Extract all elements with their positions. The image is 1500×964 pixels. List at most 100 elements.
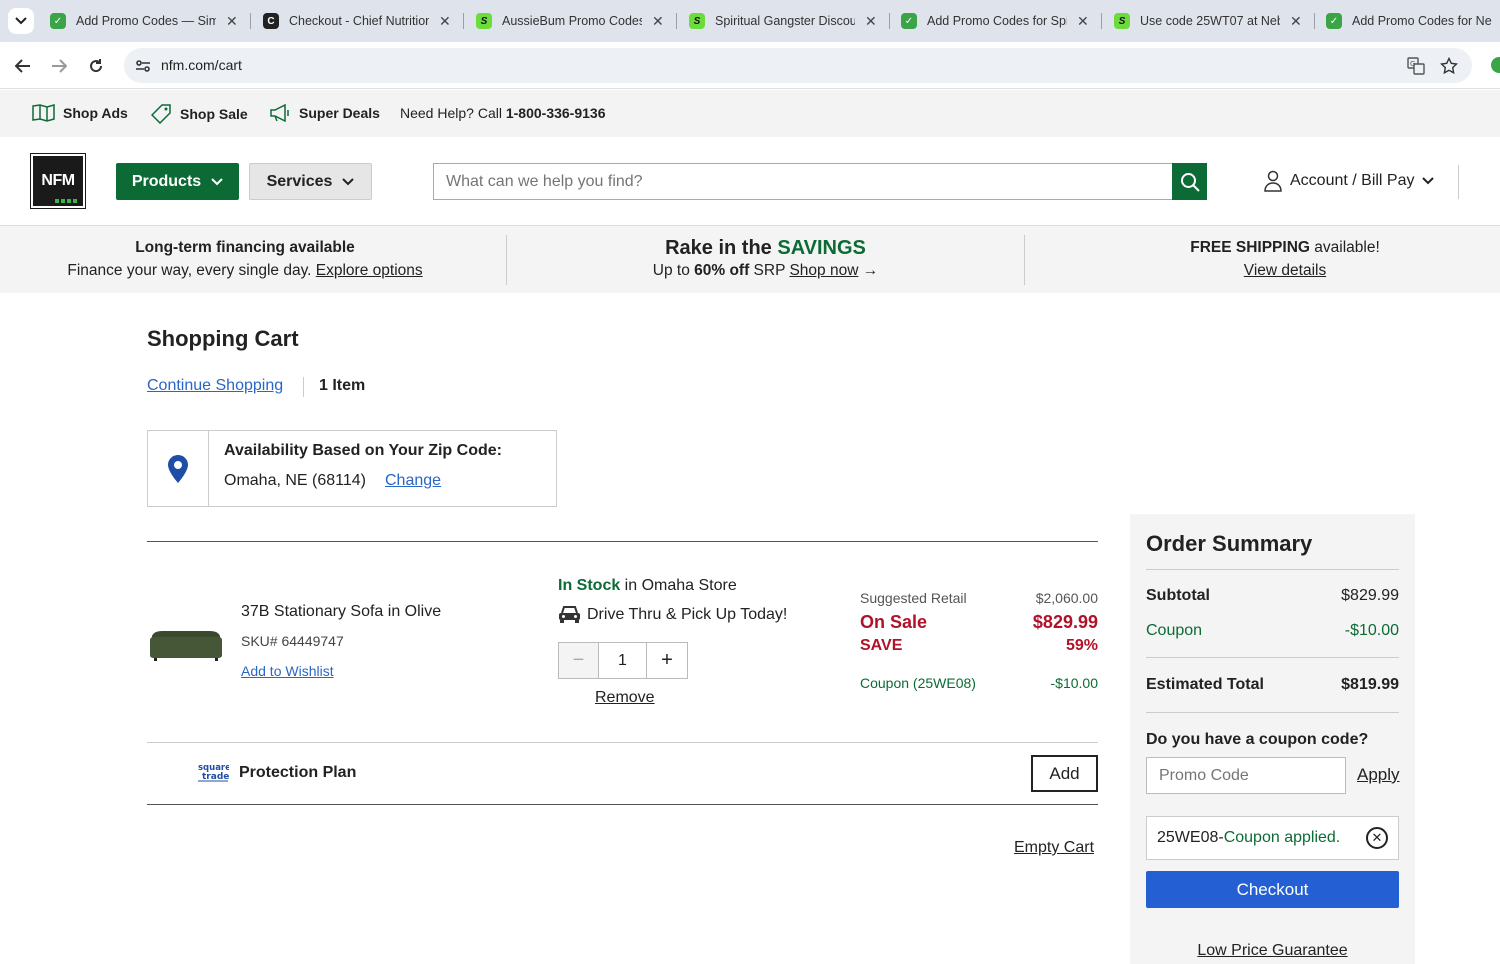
add-to-wishlist-link[interactable]: Add to Wishlist — [241, 663, 334, 679]
tab-divider — [676, 13, 677, 29]
estimated-total-row: Estimated Total $819.99 — [1146, 676, 1399, 694]
product-sku: SKU# 64449747 — [241, 633, 344, 649]
tab-title: Add Promo Codes for Spiritual — [927, 14, 1067, 28]
site-settings-icon[interactable] — [135, 58, 151, 74]
coupon-applied-text: Coupon applied. — [1223, 829, 1341, 846]
browser-tab[interactable]: S AussieBum Promo Codes ✕ — [476, 0, 664, 42]
order-summary: Order Summary Subtotal $829.99 Coupon -$… — [1130, 514, 1415, 964]
view-details-link[interactable]: View details — [1025, 262, 1500, 280]
item-divider — [147, 742, 1098, 743]
forward-button[interactable] — [47, 54, 71, 78]
savings-prefix: Rake in the — [665, 237, 778, 259]
shipping-text: available! — [1309, 239, 1380, 256]
subtotal-label: Subtotal — [1146, 587, 1210, 604]
low-price-guarantee-link[interactable]: Low Price Guarantee — [1130, 942, 1415, 960]
megaphone-icon — [270, 104, 289, 122]
cart-divider — [147, 804, 1098, 805]
checkout-button[interactable]: Checkout — [1146, 871, 1399, 908]
cart-divider — [147, 541, 1098, 542]
summary-divider — [1146, 657, 1399, 658]
nfm-logo[interactable]: NFM — [30, 153, 86, 209]
simplify-icon: ✓ — [50, 13, 66, 29]
tab-search-button[interactable] — [8, 8, 34, 34]
shipping-promo: FREE SHIPPING available! View details — [1025, 226, 1500, 293]
browser-tab[interactable]: ✓ Add Promo Codes for Nebraska — [1326, 0, 1492, 42]
item-coupon-label: Coupon (25WE08) — [860, 675, 976, 691]
promo-code-input[interactable] — [1146, 757, 1346, 794]
chevron-down-icon — [1421, 177, 1434, 185]
svg-text:G: G — [1410, 60, 1415, 68]
account-menu[interactable]: Account / Bill Pay — [1264, 170, 1434, 192]
browser-tab[interactable]: S Spiritual Gangster Discount ✕ — [689, 0, 877, 42]
empty-cart-link[interactable]: Empty Cart — [1014, 839, 1094, 857]
site-header: NFM Products Services Account / Bill Pay — [0, 137, 1500, 226]
explore-options-link[interactable]: Explore options — [316, 262, 423, 279]
item-count: 1 Item — [319, 377, 366, 394]
increase-quantity-button[interactable]: + — [647, 643, 687, 678]
close-tab-icon[interactable]: ✕ — [1077, 13, 1089, 30]
translate-icon[interactable]: G — [1407, 57, 1425, 75]
product-name[interactable]: 37B Stationary Sofa in Olive — [241, 603, 441, 621]
savings-percent: 60% off — [694, 262, 750, 279]
summary-divider — [1146, 569, 1399, 570]
change-zip-link[interactable]: Change — [385, 472, 441, 490]
order-summary-title: Order Summary — [1146, 531, 1313, 556]
services-label: Services — [266, 172, 333, 190]
add-protection-plan-button[interactable]: Add — [1031, 755, 1098, 792]
tab-title: Add Promo Codes — Simplify — [76, 14, 216, 28]
financing-line: Finance your way, every single day. Expl… — [0, 262, 490, 280]
product-image[interactable] — [148, 628, 224, 662]
browser-tab[interactable]: ✓ Add Promo Codes for Spiritual ✕ — [901, 0, 1089, 42]
suggested-retail-price: $2,060.00 — [1035, 590, 1098, 606]
help-phone[interactable]: 1-800-336-9136 — [506, 105, 606, 121]
remove-item-link[interactable]: Remove — [595, 689, 655, 707]
close-tab-icon[interactable]: ✕ — [439, 13, 451, 30]
car-icon — [559, 606, 580, 623]
continue-shopping-link[interactable]: Continue Shopping — [147, 377, 283, 395]
protection-plan-label: Protection Plan — [239, 764, 357, 781]
extension-icon[interactable] — [1491, 57, 1500, 73]
search-button[interactable] — [1172, 163, 1207, 200]
shop-ads-link[interactable]: Shop Ads — [32, 104, 128, 122]
coupon-label: Coupon — [1146, 622, 1203, 639]
close-tab-icon[interactable]: ✕ — [226, 13, 238, 30]
chevron-down-icon — [211, 177, 223, 185]
save-percent: 59% — [1065, 637, 1098, 654]
browser-tab[interactable]: S Use code 25WT07 at Nebraska ✕ — [1114, 0, 1302, 42]
shop-sale-link[interactable]: Shop Sale — [151, 104, 248, 124]
save-label: SAVE — [860, 637, 903, 654]
square-trade-logo: square trade — [198, 763, 229, 782]
decrease-quantity-button[interactable]: − — [559, 643, 599, 678]
tab-divider — [1101, 13, 1102, 29]
browser-toolbar: nfm.com/cart G — [0, 42, 1500, 89]
map-pin-icon — [148, 431, 209, 506]
close-tab-icon[interactable]: ✕ — [652, 13, 664, 30]
chevron-down-icon — [15, 17, 27, 25]
address-bar[interactable]: nfm.com/cart G — [124, 48, 1472, 83]
reload-button[interactable] — [84, 54, 108, 78]
bookmark-star-icon[interactable] — [1440, 57, 1458, 75]
super-deals-link[interactable]: Super Deals — [269, 104, 380, 122]
page-title: Shopping Cart — [147, 326, 299, 351]
browser-tab[interactable]: ✓ Add Promo Codes — Simplify ✕ — [50, 0, 238, 42]
quantity-value[interactable]: 1 — [599, 643, 647, 678]
shop-now-link[interactable]: Shop now — [789, 262, 858, 279]
financing-title: Long-term financing available — [135, 239, 355, 256]
services-menu-button[interactable]: Services — [249, 163, 372, 200]
tab-divider — [1314, 13, 1315, 29]
search-input[interactable] — [433, 163, 1173, 200]
book-icon — [32, 104, 55, 122]
remove-coupon-icon[interactable]: ✕ — [1366, 827, 1388, 849]
back-button[interactable] — [11, 54, 35, 78]
help-text: Need Help? Call — [400, 105, 506, 121]
apply-coupon-link[interactable]: Apply — [1357, 765, 1400, 785]
pickup-text: Drive Thru & Pick Up Today! — [587, 605, 788, 623]
coupon-value: -$10.00 — [1344, 622, 1399, 639]
applied-coupon-box: 25WE08 - Coupon applied. ✕ — [1146, 816, 1399, 860]
products-menu-button[interactable]: Products — [116, 163, 239, 200]
tab-title: Use code 25WT07 at Nebraska — [1140, 14, 1280, 28]
close-tab-icon[interactable]: ✕ — [1290, 13, 1302, 30]
savings-text-a: Up to — [652, 262, 695, 279]
browser-tab[interactable]: C Checkout - Chief Nutrition ✕ — [263, 0, 451, 42]
close-tab-icon[interactable]: ✕ — [865, 13, 877, 30]
